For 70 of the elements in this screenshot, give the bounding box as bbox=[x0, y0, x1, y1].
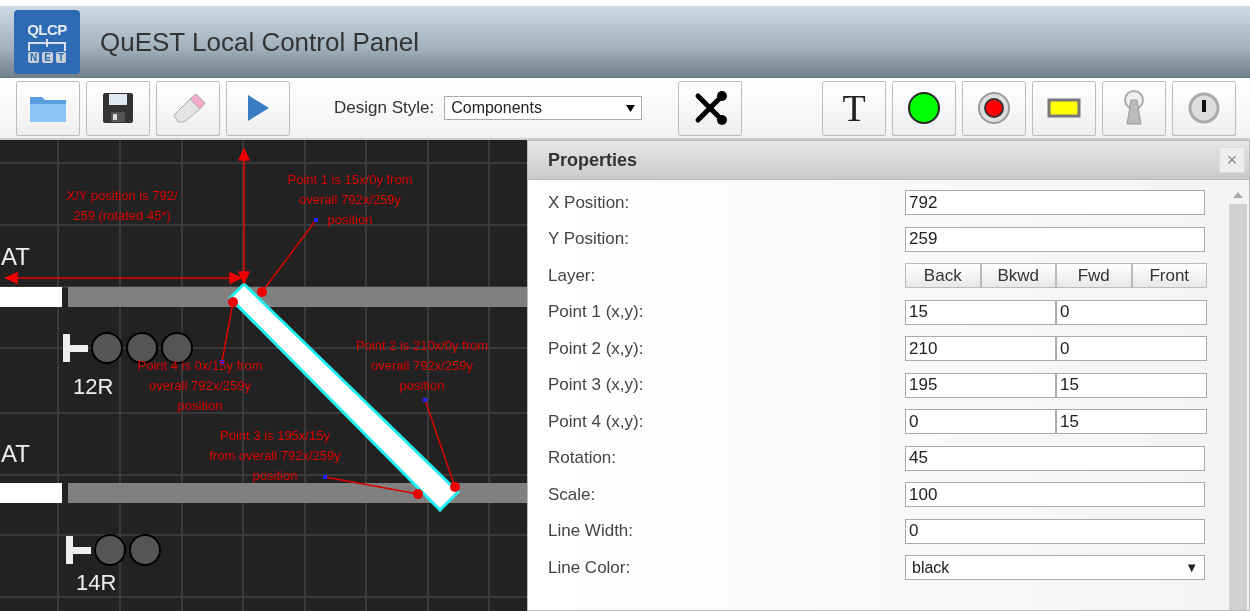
property-field[interactable]: 45 bbox=[905, 445, 1205, 471]
track-segment[interactable] bbox=[68, 287, 527, 307]
signal-drawing[interactable] bbox=[66, 534, 161, 566]
property-label: Line Width: bbox=[548, 521, 635, 541]
push-button-tool[interactable] bbox=[962, 80, 1027, 136]
track-block[interactable] bbox=[0, 483, 62, 503]
play-icon bbox=[245, 93, 271, 123]
annotation-text: Point 4 is 0x/15y from overall 792x/259y position bbox=[137, 358, 263, 413]
push-button-icon bbox=[977, 91, 1012, 125]
line-color-select[interactable]: black ▼ bbox=[905, 555, 1205, 580]
layer-button[interactable]: Bkwd bbox=[980, 263, 1056, 288]
property-field[interactable]: 0 bbox=[905, 518, 1205, 544]
panel-title: Properties bbox=[548, 149, 638, 171]
property-label: Point 4 (x,y): bbox=[548, 411, 645, 432]
coordinate-field[interactable]: 210 bbox=[905, 336, 1056, 361]
layer-button[interactable]: Front bbox=[1131, 263, 1207, 288]
annotation-text: Point 3 is 195x/15y from overall 792x/259y position bbox=[209, 428, 341, 483]
track-label: AT bbox=[1, 440, 30, 467]
coordinate-field[interactable]: 15 bbox=[1056, 409, 1207, 434]
lamp-tool-button[interactable] bbox=[892, 80, 957, 136]
annotation-text: X/Y position is 792/ 259 (rotated 45*) bbox=[66, 188, 178, 223]
property-label: Line Color: bbox=[548, 557, 632, 578]
track-segment[interactable] bbox=[68, 483, 527, 503]
toggle-switch-button[interactable] bbox=[1102, 80, 1167, 136]
rectangle-tool-button[interactable] bbox=[1032, 80, 1097, 136]
coordinate-field[interactable]: 0 bbox=[905, 409, 1056, 434]
property-label: Rotation: bbox=[548, 448, 618, 468]
property-field[interactable]: 259 bbox=[905, 226, 1205, 252]
property-label: Y Position: bbox=[548, 229, 630, 249]
coordinate-field[interactable]: 0 bbox=[1056, 336, 1207, 361]
property-label: Point 3 (x,y): bbox=[548, 375, 645, 395]
coordinate-field[interactable]: 195 bbox=[905, 372, 1056, 398]
scroll-thumb[interactable] bbox=[1229, 204, 1247, 610]
annotation-text: Point 2 is 210x/0y from overall 792x/259y position bbox=[355, 338, 489, 393]
rectangle-icon bbox=[1047, 98, 1082, 118]
save-button[interactable] bbox=[86, 80, 150, 136]
knob-icon bbox=[1188, 92, 1221, 124]
property-label: Point 2 (x,y): bbox=[548, 338, 645, 359]
logo-key: E bbox=[42, 52, 53, 63]
property-label: X Position: bbox=[548, 192, 631, 213]
lamp-icon bbox=[907, 91, 942, 125]
property-field[interactable]: 792 bbox=[905, 190, 1205, 215]
window-title: QuEST Local Control Panel bbox=[100, 26, 419, 58]
signal-label: 12R bbox=[73, 374, 114, 399]
coordinate-field[interactable]: 15 bbox=[1056, 372, 1207, 398]
property-label: Point 1 (x,y): bbox=[548, 302, 645, 322]
annotation-text: Point 1 is 15x/0y from overall 792x/259y position bbox=[287, 172, 413, 227]
track-label: AT bbox=[1, 243, 30, 270]
logo-key: T bbox=[55, 52, 66, 63]
logo-key: N bbox=[28, 52, 40, 63]
track-block[interactable] bbox=[0, 287, 62, 307]
layer-button[interactable]: Back bbox=[905, 263, 981, 288]
knob-button[interactable] bbox=[1172, 80, 1237, 136]
caret-icon bbox=[626, 104, 636, 112]
text-tool-button[interactable]: T bbox=[822, 80, 887, 136]
property-label: Layer: bbox=[548, 265, 597, 286]
property-label: Scale: bbox=[548, 484, 597, 505]
tools-button[interactable] bbox=[678, 80, 743, 136]
logo-text: QLCP bbox=[27, 21, 67, 38]
signal-label: 14R bbox=[76, 570, 117, 595]
toggle-switch-icon bbox=[1122, 90, 1147, 126]
open-button[interactable] bbox=[16, 80, 80, 136]
coordinate-field[interactable]: 0 bbox=[1056, 299, 1207, 325]
network-icon bbox=[27, 39, 67, 51]
coordinate-field[interactable]: 15 bbox=[905, 299, 1056, 325]
design-style-select[interactable]: Components bbox=[444, 96, 643, 120]
run-button[interactable] bbox=[226, 80, 290, 136]
design-style-label: Design Style: bbox=[334, 98, 435, 118]
property-field[interactable]: 100 bbox=[905, 482, 1205, 507]
layer-button[interactable]: Fwd bbox=[1056, 263, 1132, 288]
